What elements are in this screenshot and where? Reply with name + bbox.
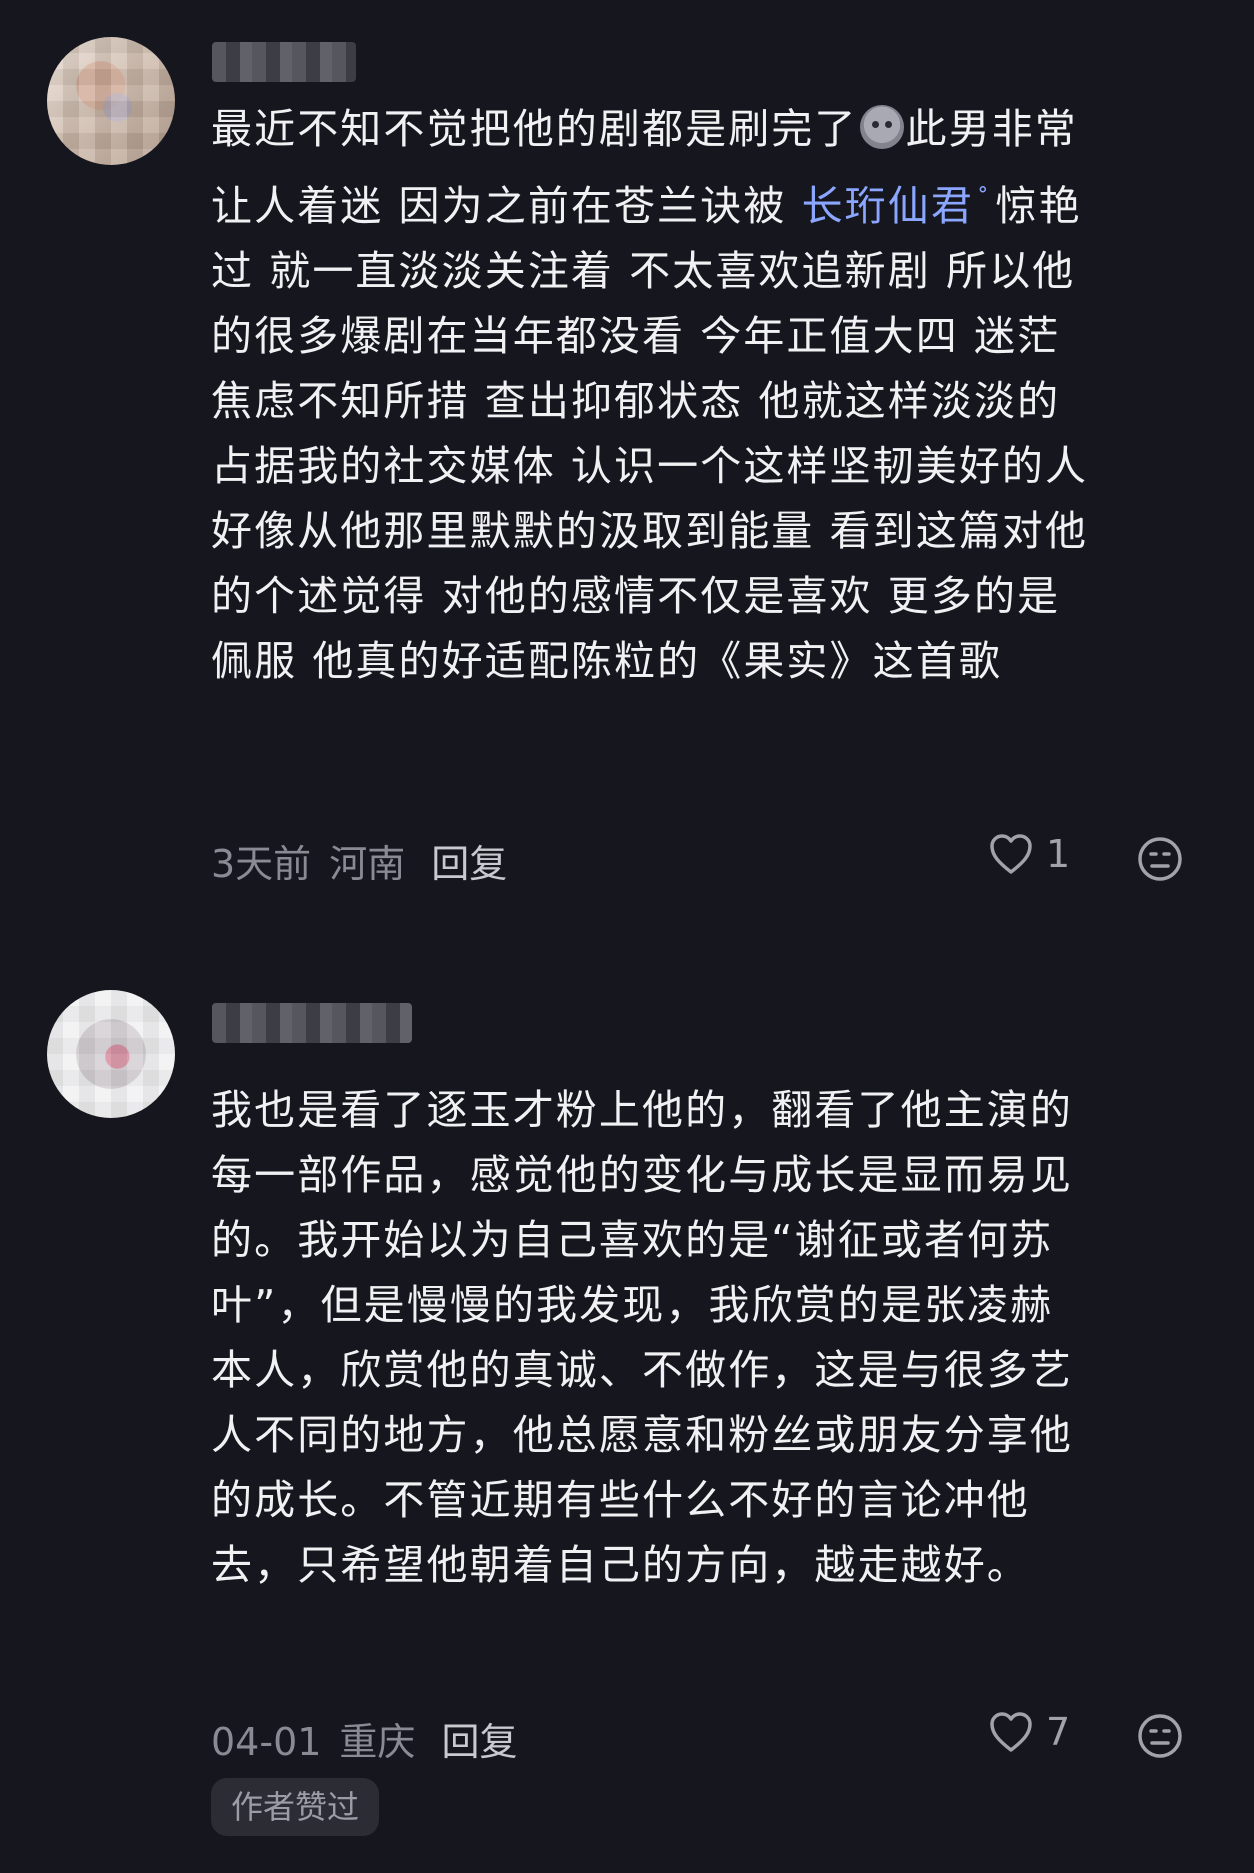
- user-avatar[interactable]: [47, 37, 175, 165]
- comment-text-line: 佩服 他真的好适配陈粒的《果实》这首歌: [211, 637, 1002, 685]
- comment-text-line: 的成长。不管近期有些什么不好的言论冲他: [211, 1476, 1030, 1524]
- comment-text-line: 好像从他那里默默的汲取到能量 看到这篇对他: [211, 507, 1089, 555]
- comment-time: 04-01: [211, 1720, 322, 1764]
- comment-text-line: 人不同的地方，他总愿意和粉丝或朋友分享他: [211, 1411, 1073, 1459]
- comment-time: 3天前: [211, 842, 312, 886]
- comment-text-line: 我也是看了逐玉才粉上他的，翻看了他主演的: [211, 1086, 1073, 1134]
- comment-text-line: 本人，欣赏他的真诚、不做作，这是与很多艺: [211, 1346, 1073, 1394]
- comment-text: 我也是看了逐玉才粉上他的，翻看了他主演的 每一部作品，感觉他的变化与成长是显而易…: [211, 1078, 1211, 1598]
- dislike-button[interactable]: [1136, 1712, 1184, 1764]
- comment-text-line: 的个述觉得 对他的感情不仅是喜欢 更多的是: [211, 572, 1061, 620]
- comment-meta: 3天前 河南 回复: [211, 833, 507, 888]
- reply-button[interactable]: 回复: [431, 842, 507, 886]
- sticker-emoji-icon: [859, 105, 904, 149]
- username-blurred[interactable]: [212, 42, 356, 82]
- heart-outline-icon: [990, 1712, 1032, 1752]
- comment-text-line: 每一部作品，感觉他的变化与成长是显而易见: [211, 1151, 1073, 1199]
- like-count: 1: [1046, 832, 1071, 876]
- dislike-button[interactable]: [1136, 835, 1184, 887]
- comment-meta: 04-01 重庆 回复: [211, 1711, 517, 1766]
- like-button[interactable]: 1: [988, 832, 1070, 876]
- comment-text-line: 的。我开始以为自己喜欢的是“谢征或者何苏: [211, 1216, 1054, 1264]
- username-blurred[interactable]: [212, 1003, 412, 1043]
- comment-text-line: 的很多爆剧在当年都没看 今年正值大四 迷茫: [211, 312, 1061, 360]
- heart-outline-icon: [990, 834, 1032, 874]
- like-button[interactable]: 7: [988, 1710, 1070, 1754]
- comment-text-line: 最近不知不觉把他的剧都是刷完了: [211, 105, 858, 153]
- reply-button[interactable]: 回复: [441, 1720, 517, 1764]
- topic-link[interactable]: 长珩仙君: [802, 182, 974, 230]
- dislike-face-icon: [1138, 837, 1182, 881]
- comment-text-line: 让人着迷 因为之前在苍兰诀被: [211, 182, 802, 230]
- comment-text-line: 占据我的社交媒体 认识一个这样坚韧美好的人: [211, 442, 1089, 490]
- comment-text-line: 惊艳: [995, 182, 1082, 230]
- search-link-icon[interactable]: ᐤ: [978, 180, 989, 208]
- author-liked-badge: 作者赞过: [211, 1778, 380, 1836]
- comment-text-line: 叶”，但是慢慢的我发现，我欣赏的是张凌赫: [211, 1281, 1054, 1329]
- like-count: 7: [1046, 1710, 1071, 1754]
- comment-location: 河南: [329, 842, 406, 886]
- comment-text-line: 过 就一直淡淡关注着 不太喜欢追新剧 所以他: [211, 247, 1076, 295]
- comment-text-line: 焦虑不知所措 查出抑郁状态 他就这样淡淡的: [211, 377, 1061, 425]
- user-avatar[interactable]: [47, 990, 175, 1118]
- comment-location: 重庆: [339, 1720, 416, 1764]
- dislike-face-icon: [1138, 1714, 1182, 1758]
- comment-text: 最近不知不觉把他的剧都是刷完了 此男非常 让人着迷 因为之前在苍兰诀被 长珩仙君 ᐤ…: [211, 97, 1211, 694]
- comment-text-line: 去，只希望他朝着自己的方向，越走越好。: [211, 1541, 1030, 1589]
- comment-text-line: 此男非常: [905, 105, 1078, 153]
